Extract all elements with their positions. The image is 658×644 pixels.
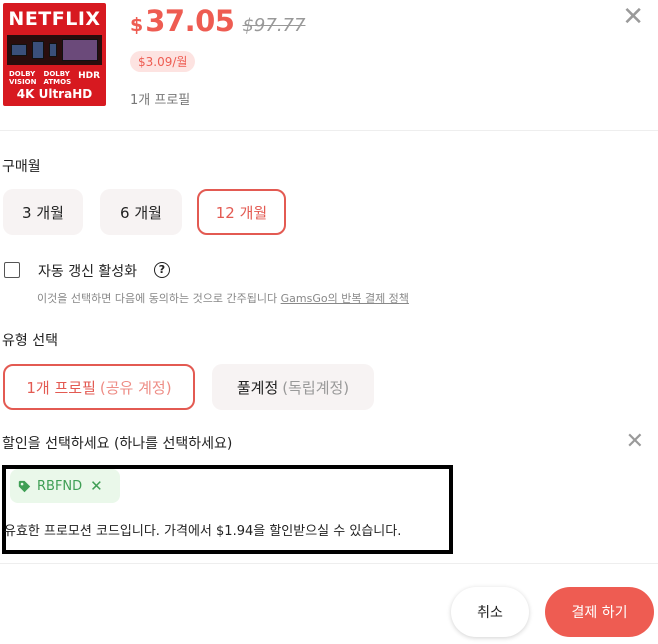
close-discount-icon[interactable]: ✕: [626, 431, 644, 453]
auto-renew-terms: 이것을 선택하면 다음에 동의하는 것으로 간주됩니다 GamsGo의 반복 결…: [37, 290, 409, 306]
divider: [0, 130, 658, 131]
coupon-chip[interactable]: RBFND ✕: [10, 469, 120, 503]
tag-icon: [18, 480, 31, 492]
type-option-shared-profile[interactable]: 1개 프로필 (공유 계정): [3, 364, 195, 410]
cancel-button[interactable]: 취소: [451, 587, 529, 637]
month-option-label: 3 개월: [22, 203, 64, 222]
dolby-badges: DOLBY VISION DOLBY ATMOS HDR: [9, 70, 100, 86]
month-option-label: 6 개월: [120, 203, 162, 222]
month-option-12[interactable]: 12 개월: [197, 189, 286, 235]
type-option-sub: (독립계정): [282, 378, 350, 397]
type-option-main: 풀계정: [236, 378, 279, 397]
badge-dolby-atmos: DOLBY ATMOS: [43, 70, 72, 86]
month-option-label: 12 개월: [215, 203, 268, 222]
badge-hdr: HDR: [78, 71, 100, 81]
product-image: NETFLIX DOLBY VISION DOLBY ATMOS HDR 4K …: [3, 3, 106, 106]
purchase-month-title: 구매월: [2, 159, 41, 175]
month-option-3[interactable]: 3 개월: [3, 189, 83, 235]
close-dialog-icon[interactable]: ✕: [622, 4, 644, 30]
profile-count: 1개 프로필: [130, 93, 191, 108]
monthly-price-badge: $3.09/월: [130, 51, 196, 72]
auto-renew-label: 자동 갱신 활성화: [38, 264, 138, 280]
question-circle-icon[interactable]: ?: [154, 262, 170, 278]
type-option-full-account[interactable]: 풀계정 (독립계정): [212, 364, 374, 410]
type-option-sub: (공유 계정): [99, 378, 172, 397]
price-row: $ 37.05 $97.77: [130, 4, 305, 38]
pay-button[interactable]: 결제 하기: [545, 587, 654, 637]
coupon-code: RBFND: [37, 478, 83, 494]
device-screens-image: [7, 35, 102, 65]
terms-text: 이것을 선택하면 다음에 동의하는 것으로 간주됩니다: [37, 292, 278, 305]
promo-message: 유효한 프로모션 코드입니다. 가격에서 $1.94을 할인받으실 수 있습니다…: [4, 524, 402, 539]
divider: [0, 563, 658, 564]
discount-title: 할인을 선택하세요 (하나를 선택하세요): [2, 436, 233, 452]
pay-label: 결제 하기: [571, 605, 628, 621]
current-price: 37.05: [145, 4, 235, 38]
recurring-payment-policy-link[interactable]: GamsGo의 반복 결제 정책: [281, 292, 409, 305]
auto-renew-checkbox[interactable]: [4, 262, 20, 278]
remove-coupon-icon[interactable]: ✕: [90, 477, 103, 495]
original-price: $97.77: [242, 15, 306, 36]
type-option-main: 1개 프로필: [26, 378, 96, 397]
badge-dolby-vision: DOLBY VISION: [9, 70, 37, 86]
type-select-title: 유형 선택: [2, 333, 58, 349]
price-currency: $: [130, 14, 144, 36]
month-option-6[interactable]: 6 개월: [100, 189, 182, 235]
cancel-label: 취소: [477, 605, 503, 621]
quality-label: 4K UltraHD: [16, 87, 93, 101]
netflix-logo: NETFLIX: [8, 8, 101, 30]
